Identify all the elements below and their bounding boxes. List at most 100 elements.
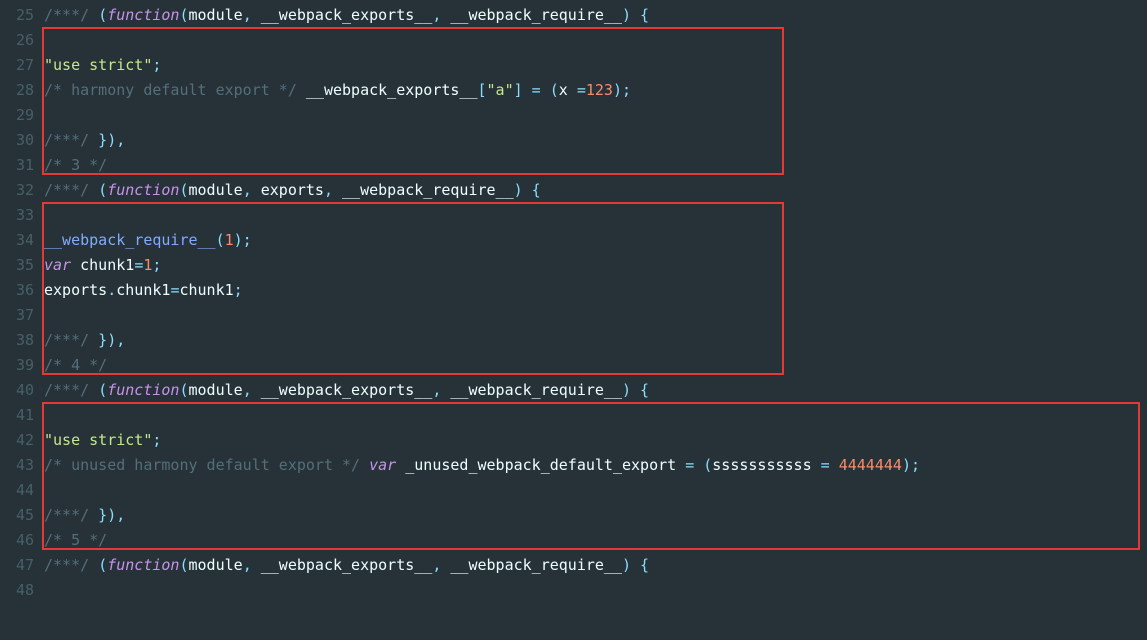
code-token: ; xyxy=(152,431,161,449)
line-number: 26 xyxy=(0,28,34,53)
code-token: /***/ xyxy=(44,556,89,574)
code-line[interactable]: /* harmony default export */ __webpack_e… xyxy=(44,78,920,103)
code-token: chunk1 xyxy=(116,281,170,299)
code-token: function xyxy=(107,181,179,199)
code-token: function xyxy=(107,381,179,399)
code-token: ( xyxy=(179,556,188,574)
code-token: module xyxy=(189,181,243,199)
code-token: ); xyxy=(234,231,252,249)
line-number: 39 xyxy=(0,353,34,378)
code-token: ; xyxy=(152,56,161,74)
code-token: "use strict" xyxy=(44,431,152,449)
code-token: [ xyxy=(478,81,487,99)
code-line[interactable] xyxy=(44,103,920,128)
code-token: x xyxy=(559,81,577,99)
code-token: 123 xyxy=(586,81,613,99)
code-token: = xyxy=(821,456,839,474)
line-number: 45 xyxy=(0,503,34,528)
code-token: /* 5 */ xyxy=(44,531,107,549)
code-line[interactable]: /* unused harmony default export */ var … xyxy=(44,453,920,478)
code-token xyxy=(89,381,98,399)
code-token: ( xyxy=(98,6,107,24)
line-number: 42 xyxy=(0,428,34,453)
line-number: 29 xyxy=(0,103,34,128)
code-line[interactable]: /***/ (function(module, exports, __webpa… xyxy=(44,178,920,203)
code-token: ( xyxy=(179,381,188,399)
line-number: 27 xyxy=(0,53,34,78)
code-line[interactable]: /* 3 */ xyxy=(44,153,920,178)
code-token: , xyxy=(432,381,450,399)
code-line[interactable] xyxy=(44,478,920,503)
code-line[interactable]: /* 5 */ xyxy=(44,528,920,553)
code-token: "use strict" xyxy=(44,56,152,74)
line-number: 33 xyxy=(0,203,34,228)
code-line[interactable]: /***/ }), xyxy=(44,503,920,528)
code-token: 4444444 xyxy=(839,456,902,474)
code-token: /* 4 */ xyxy=(44,356,107,374)
code-token: , xyxy=(243,381,261,399)
code-token: module xyxy=(189,6,243,24)
code-token: , xyxy=(432,556,450,574)
code-token: }), xyxy=(89,131,125,149)
code-token: ); xyxy=(613,81,631,99)
code-token: ); xyxy=(902,456,920,474)
line-number: 43 xyxy=(0,453,34,478)
code-line[interactable]: /* 4 */ xyxy=(44,353,920,378)
code-token: = xyxy=(134,256,143,274)
code-line[interactable]: exports.chunk1=chunk1; xyxy=(44,278,920,303)
code-line[interactable]: var chunk1=1; xyxy=(44,253,920,278)
code-token: var xyxy=(44,256,71,274)
line-number: 47 xyxy=(0,553,34,578)
code-token: __webpack_exports__ xyxy=(261,381,433,399)
code-token: __webpack_exports__ xyxy=(261,556,433,574)
code-token: ( xyxy=(179,181,188,199)
code-token: __webpack_require__ xyxy=(44,231,216,249)
code-token xyxy=(89,6,98,24)
code-line[interactable]: /***/ }), xyxy=(44,128,920,153)
code-token: ; xyxy=(234,281,243,299)
code-line[interactable] xyxy=(44,303,920,328)
line-number: 28 xyxy=(0,78,34,103)
code-line[interactable]: __webpack_require__(1); xyxy=(44,228,920,253)
code-line[interactable] xyxy=(44,203,920,228)
code-line[interactable]: "use strict"; xyxy=(44,428,920,453)
line-number: 41 xyxy=(0,403,34,428)
code-token: sssssssssss xyxy=(712,456,820,474)
code-token xyxy=(297,81,306,99)
code-line[interactable]: "use strict"; xyxy=(44,53,920,78)
code-token: , xyxy=(432,6,450,24)
code-editor-content[interactable]: /* 2 *//***/ (function(module, __webpack… xyxy=(44,0,920,603)
line-number: 48 xyxy=(0,578,34,603)
code-token: chunk1 xyxy=(179,281,233,299)
code-token: , xyxy=(243,6,261,24)
code-line[interactable] xyxy=(44,403,920,428)
code-token: _unused_webpack_default_export xyxy=(396,456,685,474)
code-token: __webpack_require__ xyxy=(450,381,622,399)
line-number: 36 xyxy=(0,278,34,303)
code-token: /***/ xyxy=(44,6,89,24)
line-number: 38 xyxy=(0,328,34,353)
code-line[interactable]: /***/ (function(module, __webpack_export… xyxy=(44,3,920,28)
code-token: /***/ xyxy=(44,381,89,399)
code-line[interactable]: /***/ }), xyxy=(44,328,920,353)
line-number: 37 xyxy=(0,303,34,328)
code-token: ( xyxy=(179,6,188,24)
line-number: 40 xyxy=(0,378,34,403)
code-token: exports xyxy=(44,281,107,299)
code-token: ) { xyxy=(622,381,649,399)
code-token: /***/ xyxy=(44,181,89,199)
line-number: 35 xyxy=(0,253,34,278)
code-token: function xyxy=(107,6,179,24)
code-line[interactable]: /***/ (function(module, __webpack_export… xyxy=(44,553,920,578)
code-token: ; xyxy=(152,256,161,274)
line-number-gutter: 2425262728293031323334353637383940414243… xyxy=(0,0,40,618)
line-number: 46 xyxy=(0,528,34,553)
code-token: ( xyxy=(98,381,107,399)
code-line[interactable] xyxy=(44,578,920,603)
code-token: module xyxy=(189,381,243,399)
code-line[interactable]: /***/ (function(module, __webpack_export… xyxy=(44,378,920,403)
code-token: /* unused harmony default export */ xyxy=(44,456,360,474)
code-line[interactable] xyxy=(44,28,920,53)
code-token xyxy=(89,556,98,574)
code-token: /* 3 */ xyxy=(44,156,107,174)
